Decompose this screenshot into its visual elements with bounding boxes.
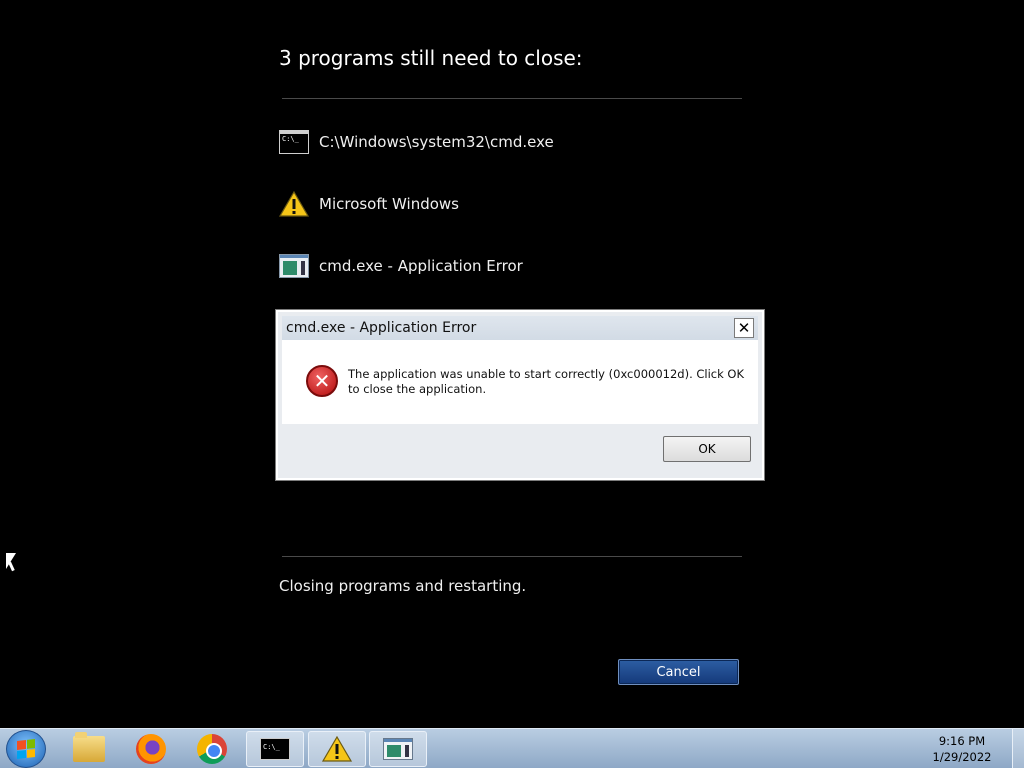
bottom-divider [282, 556, 742, 557]
shutdown-heading: 3 programs still need to close: [279, 46, 583, 70]
warning-icon [322, 736, 352, 762]
program-item-application-error: cmd.exe - Application Error [279, 252, 523, 280]
program-label: C:\Windows\system32\cmd.exe [319, 133, 554, 151]
warning-icon [279, 191, 309, 217]
program-label: Microsoft Windows [319, 195, 459, 213]
taskbar-firefox[interactable] [122, 731, 180, 767]
taskbar-warning[interactable] [308, 731, 366, 767]
dialog-titlebar[interactable]: cmd.exe - Application Error ✕ [282, 316, 758, 340]
program-item-cmd: C:\_ C:\Windows\system32\cmd.exe [279, 128, 554, 156]
taskbar-chrome[interactable] [183, 731, 241, 767]
clock-time: 9:16 PM [938, 734, 986, 748]
error-icon: ✕ [306, 365, 338, 397]
close-button[interactable]: ✕ [734, 318, 754, 338]
close-icon: ✕ [737, 319, 751, 337]
dialog-message: The application was unable to start corr… [348, 367, 745, 396]
taskbar: C:\_ 9:16 PM 1/29/2022 [0, 728, 1024, 768]
clock[interactable]: 9:16 PM 1/29/2022 [912, 729, 1012, 768]
folder-icon [73, 732, 105, 762]
chrome-icon [197, 734, 227, 764]
mouse-cursor-icon [6, 553, 16, 569]
dialog-title: cmd.exe - Application Error [286, 320, 477, 336]
cmd-icon: C:\_ [260, 738, 290, 760]
ok-button[interactable]: OK [663, 436, 751, 462]
dialog-window-icon [279, 253, 309, 279]
start-button[interactable] [6, 730, 46, 768]
taskbar-application-error[interactable] [369, 731, 427, 767]
top-divider [282, 98, 742, 99]
program-item-microsoft-windows: Microsoft Windows [279, 190, 459, 218]
status-text: Closing programs and restarting. [279, 577, 527, 595]
dialog-window-icon [383, 738, 413, 760]
program-label: cmd.exe - Application Error [319, 257, 523, 275]
firefox-icon [136, 734, 166, 764]
dialog-content: ✕ The application was unable to start co… [282, 340, 758, 424]
taskbar-file-explorer[interactable] [60, 731, 118, 767]
cancel-button[interactable]: Cancel [618, 659, 739, 685]
error-dialog: cmd.exe - Application Error ✕ ✕ The appl… [275, 309, 765, 481]
windows-logo-icon [17, 739, 35, 759]
cmd-window-icon: C:\_ [279, 129, 309, 155]
clock-date: 1/29/2022 [932, 750, 992, 764]
show-desktop-button[interactable] [1012, 729, 1024, 768]
taskbar-cmd[interactable]: C:\_ [246, 731, 304, 767]
